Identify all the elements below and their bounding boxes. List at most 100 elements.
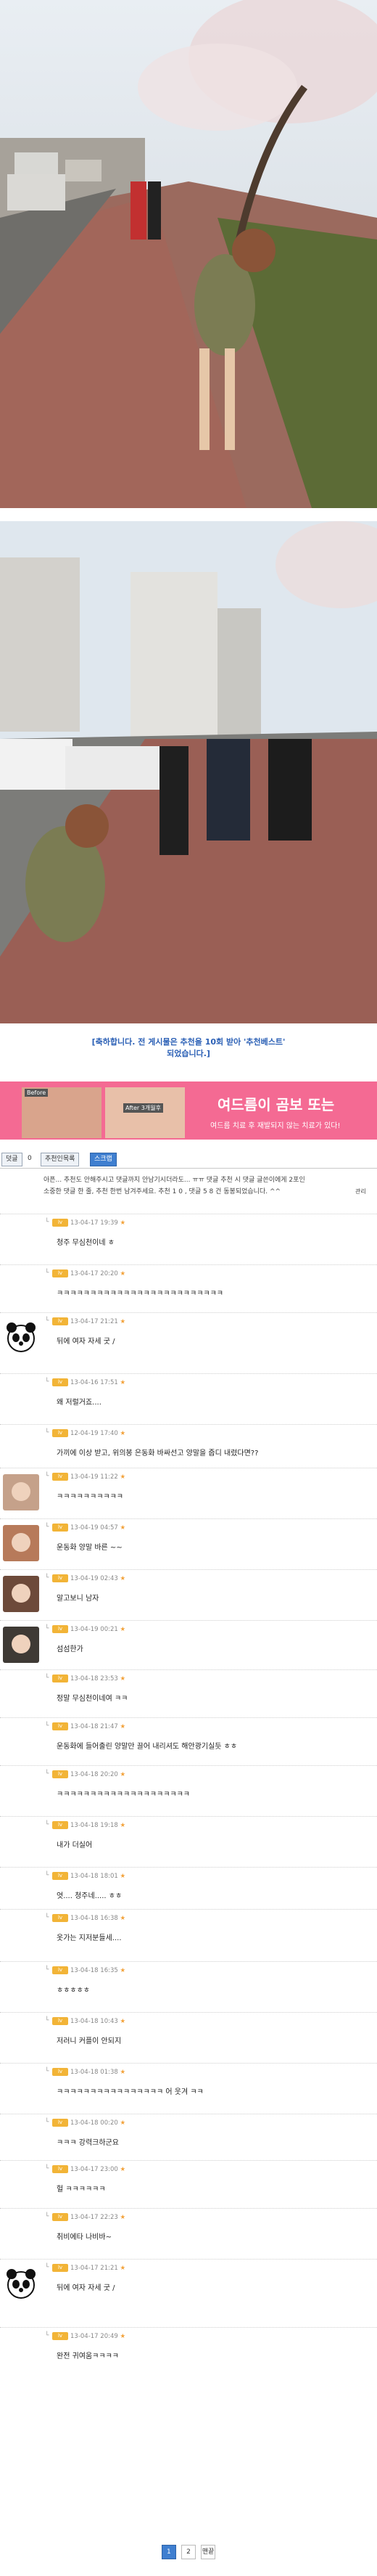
comment-text: 내가 더실어 [57, 1841, 93, 1849]
level-badge-icon: lv [52, 2165, 68, 2173]
page-1[interactable]: 1 [161, 2545, 176, 2559]
reply-arrow-icon: └ [45, 2213, 49, 2220]
level-badge-icon: lv [52, 1219, 68, 1227]
comment-text: 저러니 커플이 안되지 [57, 2037, 122, 2045]
star-icon: ★ [117, 2333, 126, 2340]
avatar[interactable] [3, 1525, 39, 1561]
comment-text: 운동화 양말 바른 ~~ [57, 1544, 123, 1552]
reply-arrow-icon: └ [45, 1821, 49, 1828]
comment-text: 엇.... 청주네..... ㅎㅎ [57, 1892, 123, 1900]
level-badge-icon: lv [52, 1770, 68, 1778]
level-badge-icon: lv [52, 1872, 68, 1880]
star-icon: ★ [117, 2166, 126, 2173]
comment-meta: lv 12-04-19 17:40 ★ [52, 1429, 125, 1439]
avatar[interactable] [3, 1576, 39, 1612]
comment-item: └ lv 13-04-17 19:39 ★ 청주 무심천이네 ㅎ [0, 1214, 377, 1265]
reply-arrow-icon: └ [45, 1722, 49, 1730]
reply-arrow-icon: └ [45, 2264, 49, 2271]
comment-meta: lv 13-04-16 17:51 ★ [52, 1378, 125, 1389]
comment-date: 13-04-18 00:20 [70, 2119, 118, 2127]
star-icon: ★ [117, 1915, 126, 1922]
level-badge-icon: lv [52, 1574, 68, 1582]
comment-date: 13-04-16 17:51 [70, 1379, 118, 1386]
comment-date: 13-04-17 20:20 [70, 1270, 118, 1277]
comment-meta: lv 13-04-17 23:00 ★ [52, 2165, 125, 2175]
tab-scrap[interactable]: 스크랩 [90, 1153, 117, 1166]
comment-date: 13-04-17 20:49 [70, 2333, 118, 2340]
avatar[interactable] [3, 1627, 39, 1663]
star-icon: ★ [117, 1771, 126, 1778]
info-line-2: 소중한 댓글 한 줄, 추천 한번 남겨주세요. 추천 1 0 , 댓글 5 8… [44, 1188, 281, 1195]
comment-date: 13-04-17 19:39 [70, 1219, 118, 1227]
comment-date: 13-04-17 21:21 [70, 1318, 118, 1325]
reply-arrow-icon: └ [45, 1574, 49, 1582]
comment-item: └ lv 13-04-18 10:43 ★ 저러니 커플이 안되지 [0, 2012, 377, 2064]
comment-text: 알고보니 남자 [57, 1595, 99, 1603]
level-badge-icon: lv [52, 1317, 68, 1325]
comment-text: 취비에타 나비바~ [57, 2233, 112, 2241]
comment-meta: lv 13-04-19 00:21 ★ [52, 1625, 125, 1635]
comment-text: ㅎㅎㅎㅎㅎ [57, 1987, 90, 1995]
comment-text: 뒤에 여자 자세 굿 / [57, 1338, 115, 1346]
level-badge-icon: lv [52, 1675, 68, 1682]
star-icon: ★ [117, 2119, 126, 2127]
comment-item: └ lv 13-04-16 17:51 ★ 왜 저럴거죠.... [0, 1373, 377, 1425]
comment-item: └ lv 13-04-17 20:20 ★ ㅋㅋㅋㅋㅋㅋㅋㅋㅋㅋㅋㅋㅋㅋㅋㅋㅋㅋㅋㅋㅋ… [0, 1264, 377, 1313]
comment-meta: lv 13-04-19 02:43 ★ [52, 1574, 125, 1585]
star-icon: ★ [117, 2214, 126, 2221]
reply-arrow-icon: └ [45, 1524, 49, 1531]
comment-meta: lv 13-04-18 10:43 ★ [52, 2017, 125, 2027]
comment-item: └ lv 13-04-18 18:01 ★ 엇.... 청주네..... ㅎㅎ [0, 1867, 377, 1910]
comment-meta: lv 13-04-18 16:35 ★ [52, 1966, 125, 1976]
reply-arrow-icon: └ [45, 1317, 49, 1325]
level-badge-icon: lv [52, 2213, 68, 2221]
comment-date: 13-04-18 01:38 [70, 2069, 118, 2076]
reply-arrow-icon: └ [45, 1378, 49, 1386]
level-badge-icon: lv [52, 2264, 68, 2272]
reply-arrow-icon: └ [45, 1872, 49, 1879]
comment-meta: lv 13-04-17 21:21 ★ [52, 1317, 125, 1328]
comment-item: └ lv 13-04-19 00:21 ★ 섬섬한가 [0, 1620, 377, 1670]
comment-text: 섬섬한가 [57, 1645, 83, 1653]
comment-item: └ lv 13-04-18 20:20 ★ ㅋㅋㅋㅋㅋㅋㅋㅋㅋㅋㅋㅋㅋㅋㅋㅋㅋㅋㅋㅋ [0, 1765, 377, 1817]
level-badge-icon: lv [52, 1269, 68, 1277]
star-icon: ★ [117, 1524, 126, 1532]
comment-count: 0 [28, 1155, 32, 1162]
star-icon: ★ [117, 1822, 126, 1829]
tab-comment[interactable]: 덧글 [1, 1153, 22, 1166]
star-icon: ★ [117, 1219, 126, 1227]
tab-recommend-list[interactable]: 추천인목록 [41, 1153, 80, 1166]
page-2[interactable]: 2 [181, 2545, 196, 2559]
avatar[interactable] [3, 1319, 39, 1355]
level-badge-icon: lv [52, 2332, 68, 2340]
reply-arrow-icon: └ [45, 2332, 49, 2339]
reply-arrow-icon: └ [45, 1914, 49, 1921]
level-badge-icon: lv [52, 1524, 68, 1532]
comment-tabs: 덧글 0 추천인목록 스크랩 [0, 1150, 377, 1169]
page-last[interactable]: 맨끝 [201, 2545, 216, 2559]
ad-banner[interactable]: Before After 3개월후 여드름이 곰보 또는 여드름 치료 후 재발… [0, 1074, 377, 1147]
info-line-1: 아픈... 추천도 안해주시고 댓글까지 안남기시더라도... ㅠㅠ 댓글 추천… [44, 1177, 305, 1184]
avatar[interactable] [3, 1474, 39, 1510]
comment-meta: lv 13-04-18 19:18 ★ [52, 1821, 125, 1831]
post-photo-2 [0, 521, 377, 1023]
level-badge-icon: lv [52, 1821, 68, 1829]
reply-arrow-icon: └ [45, 1219, 49, 1226]
level-badge-icon: lv [52, 2068, 68, 2076]
reply-arrow-icon: └ [45, 1473, 49, 1480]
comment-text: 완전 귀여움ㅋㅋㅋㅋ [57, 2352, 119, 2360]
ad-headline: 여드름이 곰보 또는 [218, 1096, 335, 1113]
reply-arrow-icon: └ [45, 2017, 49, 2024]
ad-before-label: Before [25, 1089, 49, 1097]
manage-link[interactable]: 관리 [355, 1186, 366, 1198]
ad-after-label: After 3개월후 [123, 1103, 163, 1113]
comment-date: 13-04-19 04:57 [70, 1524, 118, 1532]
level-badge-icon: lv [52, 1625, 68, 1633]
star-icon: ★ [117, 1626, 126, 1633]
comment-meta: lv 13-04-19 11:22 ★ [52, 1473, 125, 1483]
avatar[interactable] [3, 2265, 39, 2302]
comment-meta: lv 13-04-17 22:23 ★ [52, 2213, 125, 2223]
comment-item: └ lv 13-04-19 04:57 ★ 운동화 양말 바른 ~~ [0, 1518, 377, 1570]
level-badge-icon: lv [52, 2119, 68, 2127]
star-icon: ★ [117, 2069, 126, 2076]
